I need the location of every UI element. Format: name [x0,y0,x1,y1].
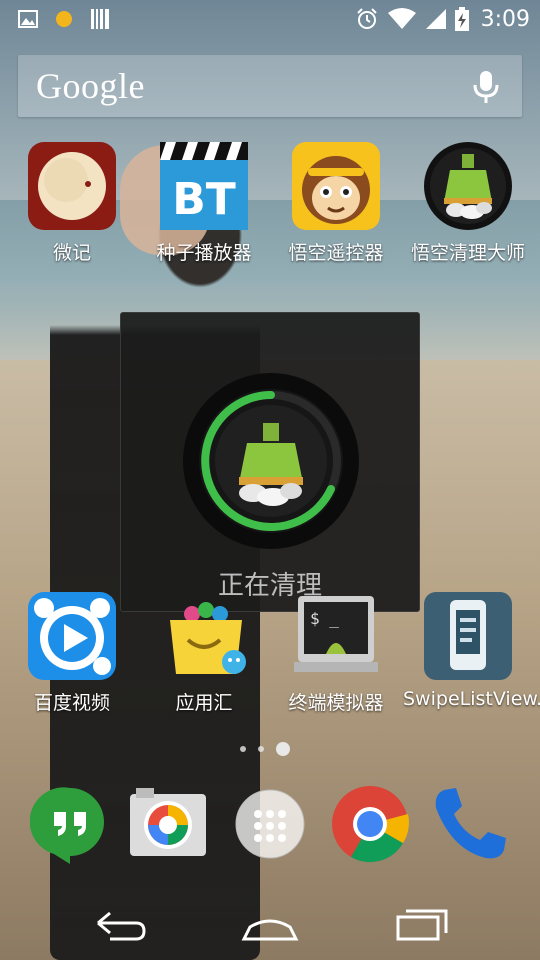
app-swipelistview[interactable]: SwipeListView.. [403,590,540,710]
svg-text:$ _: $ _ [310,609,339,628]
alarm-icon [356,8,377,29]
app-label: 悟空清理大师 [410,242,525,264]
terminal-emulator-icon: $ _ [290,590,382,682]
signal-icon [425,9,446,29]
home-icon[interactable] [240,905,300,945]
app-label: 种子播放器 [156,242,252,264]
cleaning-dialog: 正在清理 [120,312,420,612]
page-indicator [240,742,290,756]
mic-icon[interactable] [472,69,500,105]
image-icon [18,10,38,28]
app-weiji[interactable]: 微记 [7,140,137,265]
swipe-list-phone-icon [422,590,514,682]
app-label: 悟空遥控器 [288,242,384,264]
app-yingyonghui[interactable]: 应用汇 [139,590,269,715]
app-baidu-video[interactable]: 百度视频 [7,590,137,715]
cleaning-progress-ring [183,373,359,549]
status-clock: 3:09 [480,6,530,32]
svg-text:BT: BT [172,174,236,225]
wifi-icon [387,8,416,29]
monkey-remote-icon [290,140,382,232]
battery-charging-icon [454,7,469,31]
app-label: 百度视频 [33,692,110,714]
app-label: 微记 [52,242,91,264]
recents-icon[interactable] [392,905,452,945]
baidu-video-icon [26,590,118,682]
barcode-icon [91,9,109,29]
broom-cleaner-icon [422,140,514,232]
notification-dot-icon [56,11,72,27]
app-drawer-icon[interactable] [230,784,310,864]
phone-icon[interactable] [430,784,510,864]
app-basket-icon [158,590,250,682]
back-icon[interactable] [90,905,150,945]
page-dot-active [276,742,290,756]
navigation-bar [0,885,540,960]
google-search-bar[interactable]: Google [18,55,522,117]
page-dot [258,746,264,752]
app-terminal-emulator[interactable]: $ _ 终端模拟器 [271,590,401,715]
page-dot [240,746,246,752]
camera-icon[interactable] [128,784,208,864]
weiji-app-icon [26,140,118,232]
status-bar: 3:09 [0,0,540,38]
app-monkey-remote[interactable]: 悟空遥控器 [271,140,401,265]
app-label: SwipeListView.. [403,688,540,710]
app-bt-player[interactable]: BT 种子播放器 [139,140,269,265]
bt-player-icon: BT [158,140,250,232]
app-broom-cleaner[interactable]: 悟空清理大师 [403,140,533,265]
hangouts-icon[interactable] [29,784,110,864]
app-label: 终端模拟器 [288,692,384,714]
chrome-icon[interactable] [330,784,410,864]
app-label: 应用汇 [175,692,233,714]
google-logo: Google [36,66,145,106]
